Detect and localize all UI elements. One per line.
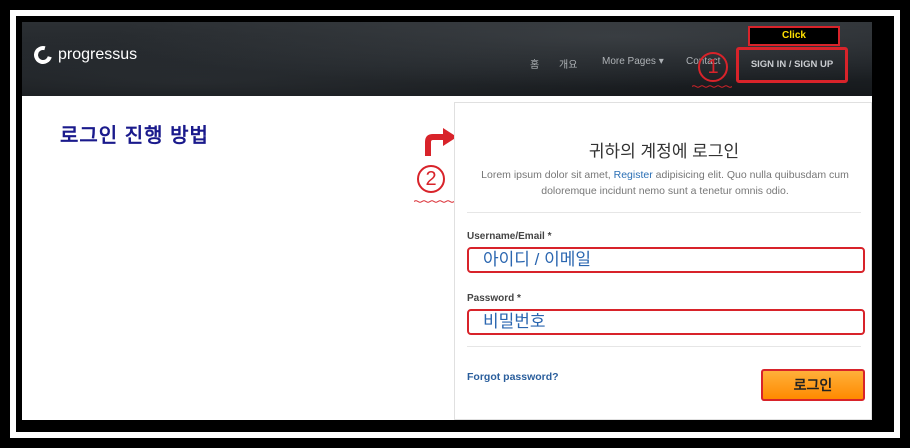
wavy-underline-decoration <box>414 200 454 203</box>
login-description: Lorem ipsum dolor sit amet, Register adi… <box>467 167 863 199</box>
top-navbar: progressus 홈 개요 More Pages ▾ Contact Cli… <box>22 22 872 96</box>
logo-text: progressus <box>58 46 138 63</box>
logo-ring-icon <box>30 42 56 68</box>
login-title: 귀하의 계정에 로그인 <box>588 142 740 161</box>
signin-signup-button[interactable]: SIGN IN / SIGN UP <box>736 47 848 83</box>
logo[interactable]: progressus <box>30 42 138 68</box>
wavy-underline-decoration <box>692 85 732 88</box>
desc-prefix: Lorem ipsum dolor sit amet, <box>481 169 611 181</box>
password-input[interactable]: 비밀번호 <box>467 309 865 335</box>
login-panel: 귀하의 계정에 로그인 Lorem ipsum dolor sit amet, … <box>454 102 872 420</box>
password-label: Password * <box>467 293 521 304</box>
step-one-marker: 1 <box>698 52 728 82</box>
divider <box>467 212 861 213</box>
page-heading: 로그인 진행 방법 <box>60 125 209 147</box>
nav-about[interactable]: 개요 <box>559 56 577 71</box>
forgot-password-link[interactable]: Forgot password? <box>467 371 559 383</box>
nav-home[interactable]: 홈 <box>530 56 539 71</box>
screenshot-area: progressus 홈 개요 More Pages ▾ Contact Cli… <box>22 22 872 420</box>
click-callout: Click <box>748 26 840 46</box>
username-input[interactable]: 아이디 / 이메일 <box>467 247 865 273</box>
step-two-marker: 2 <box>417 165 445 193</box>
login-button[interactable]: 로그인 <box>761 369 865 401</box>
divider <box>467 346 861 347</box>
username-label: Username/Email * <box>467 231 552 242</box>
nav-more-pages[interactable]: More Pages ▾ <box>602 56 664 67</box>
register-link[interactable]: Register <box>614 169 653 181</box>
